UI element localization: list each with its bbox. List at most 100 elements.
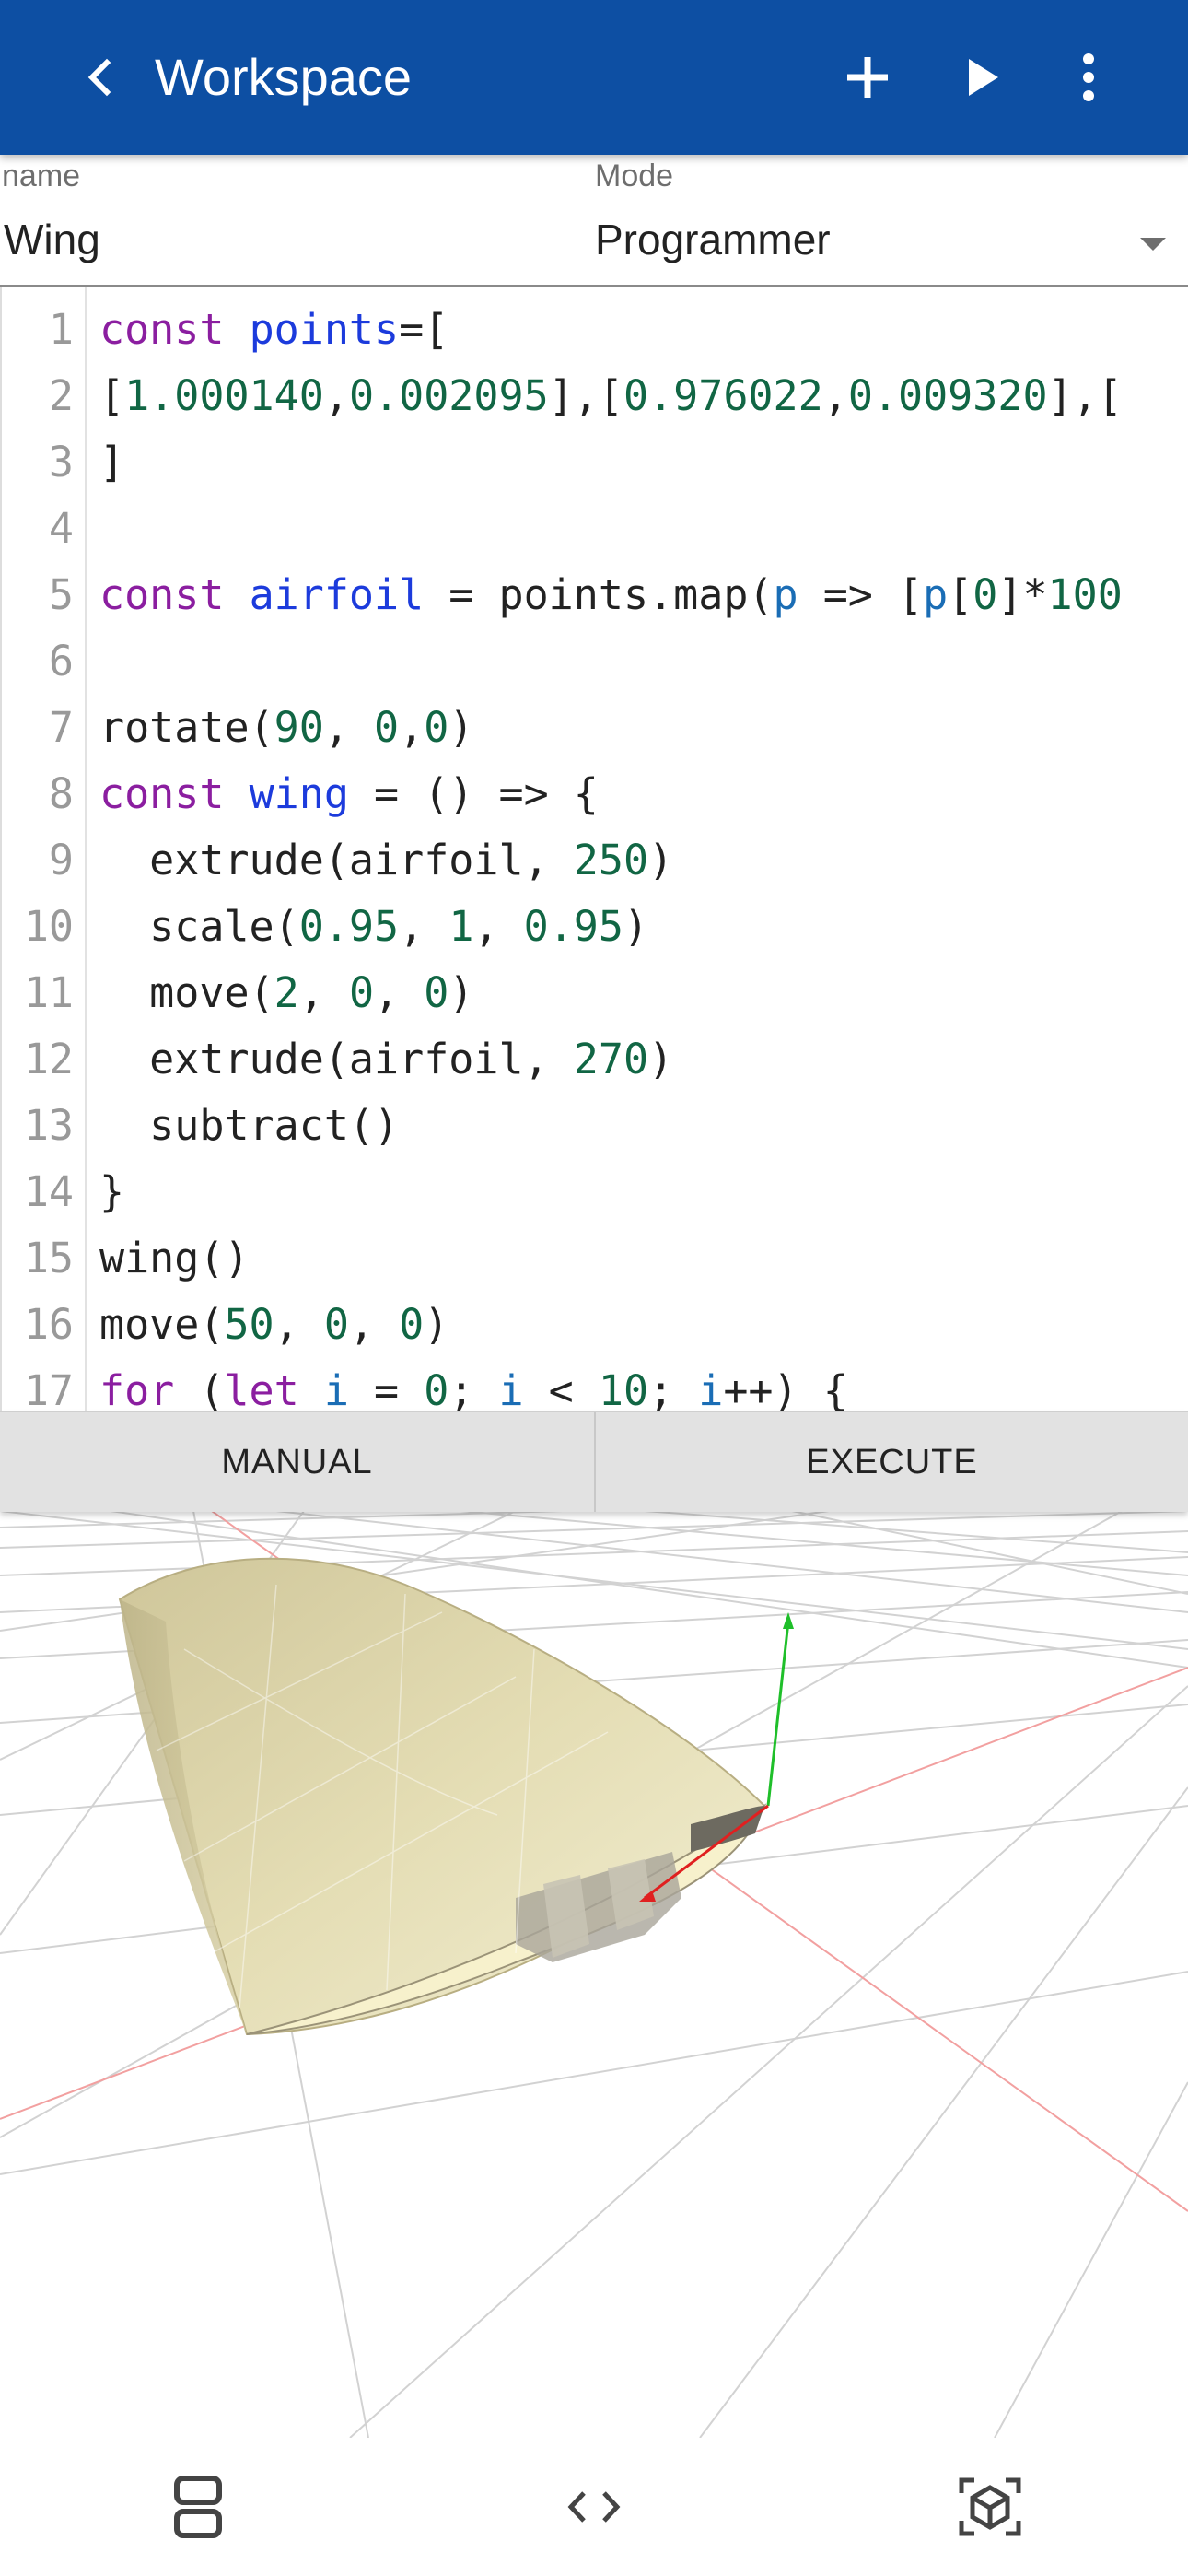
code-token: =: [348, 1366, 425, 1411]
y-axis: [766, 1621, 790, 1807]
code-token: 100: [1047, 570, 1123, 619]
code-token: scale(: [99, 902, 299, 951]
split-view-icon[interactable]: [157, 2465, 239, 2548]
3d-viewport[interactable]: [0, 1511, 1188, 2438]
mode-select[interactable]: Programmer: [595, 212, 831, 267]
code-text: scale(0.95, 1, 0.95): [99, 894, 648, 960]
code-token: [: [948, 570, 973, 619]
code-token: 0.002095: [348, 371, 549, 420]
wing-model: [118, 1557, 767, 2036]
code-token: ,: [822, 371, 848, 420]
code-text: [1.000140,0.002095],[0.976022,0.009320],…: [99, 363, 1123, 429]
code-token: ],[: [548, 371, 623, 420]
code-token: 0: [424, 703, 449, 752]
chevron-down-icon[interactable]: [1140, 238, 1166, 251]
code-token: airfoil: [249, 570, 425, 619]
line-number: 1: [48, 305, 74, 354]
execute-button[interactable]: EXECUTE: [596, 1412, 1188, 1512]
code-token: move(: [99, 968, 274, 1017]
app-bar: Workspace: [0, 0, 1188, 155]
code-token: ,: [323, 703, 375, 752]
code-token: 0: [399, 1300, 425, 1349]
code-token: p: [773, 570, 798, 619]
line-number: 9: [48, 836, 74, 884]
code-token: = () => {: [348, 769, 599, 818]
name-field[interactable]: Wing: [4, 212, 100, 267]
manual-button[interactable]: MANUAL: [0, 1412, 594, 1512]
code-token: 0: [348, 968, 375, 1017]
code-token: wing(): [99, 1234, 250, 1282]
workspace-fields: name Wing Mode Programmer: [0, 155, 1188, 287]
field-underline: [0, 285, 1188, 287]
line-number: 7: [48, 703, 74, 752]
code-token: 1: [448, 902, 474, 951]
code-token: = points.map(: [424, 570, 774, 619]
code-editor[interactable]: 1 const points=[2 [1.000140,0.002095],[0.9…: [0, 287, 1188, 1411]
code-token: ++) {: [723, 1366, 848, 1411]
more-vertical-icon[interactable]: [1055, 44, 1122, 111]
code-token: ;: [448, 1366, 499, 1411]
code-token: ,: [473, 902, 524, 951]
code-token: => [: [798, 570, 924, 619]
code-text: const airfoil = points.map(p => [p[0]*10…: [99, 562, 1123, 628]
code-token: i: [323, 1366, 349, 1411]
code-text: const wing = () => {: [99, 761, 599, 827]
line-number: 6: [48, 637, 74, 685]
code-token: ,: [298, 968, 349, 1017]
code-text: wing(): [99, 1225, 250, 1292]
code-token: subtract(): [99, 1101, 400, 1150]
line-number: 5: [48, 570, 74, 619]
line-number: 11: [23, 968, 74, 1017]
play-icon[interactable]: [949, 44, 1015, 111]
code-token: 2: [274, 968, 299, 1017]
code-icon[interactable]: [553, 2465, 635, 2548]
code-text: extrude(airfoil, 250): [99, 827, 673, 894]
code-token: i: [698, 1366, 724, 1411]
line-number: 14: [23, 1167, 74, 1216]
code-token: ): [648, 836, 674, 884]
code-token: i: [498, 1366, 524, 1411]
line-number: 3: [48, 438, 74, 486]
code-token: wing: [249, 769, 349, 818]
plus-icon[interactable]: [834, 44, 901, 111]
action-buttons: MANUAL EXECUTE: [0, 1411, 1188, 1512]
code-token: ,: [323, 371, 349, 420]
line-number: 13: [23, 1101, 74, 1150]
line-number: 8: [48, 769, 74, 818]
mode-label: Mode: [595, 158, 674, 193]
code-token: 0: [374, 703, 400, 752]
code-token: 0.95: [298, 902, 400, 951]
line-number: 12: [23, 1035, 74, 1083]
code-token: ): [648, 1035, 674, 1083]
code-token: (: [174, 1366, 225, 1411]
code-token: p: [923, 570, 949, 619]
code-token: 0: [323, 1300, 349, 1349]
code-token: }: [99, 1167, 125, 1216]
code-text: extrude(airfoil, 270): [99, 1026, 673, 1093]
code-token: ,: [374, 968, 425, 1017]
code-token: extrude(airfoil,: [99, 836, 574, 884]
code-token: 270: [573, 1035, 649, 1083]
code-text: }: [99, 1159, 124, 1225]
code-token: ,: [348, 1300, 400, 1349]
code-token: ,: [274, 1300, 324, 1349]
code-text: ]: [99, 429, 124, 496]
code-token: let: [224, 1366, 324, 1411]
3d-scene: [0, 1511, 1188, 2438]
3d-view-icon[interactable]: [949, 2465, 1031, 2548]
code-text: move(50, 0, 0): [99, 1292, 448, 1358]
code-token: ],[: [1047, 371, 1123, 420]
code-token: 0: [424, 968, 449, 1017]
code-token: ): [424, 1300, 449, 1349]
bottom-nav: [0, 2438, 1188, 2576]
line-number: 16: [23, 1300, 74, 1349]
code-token: ,: [399, 902, 449, 951]
code-token: const: [99, 570, 250, 619]
code-token: move(: [99, 1300, 225, 1349]
code-token: ): [623, 902, 649, 951]
line-number: 15: [23, 1234, 74, 1282]
line-number: 10: [23, 902, 74, 951]
name-label: name: [2, 158, 81, 193]
chevron-left-icon[interactable]: [76, 48, 127, 107]
code-token: 10: [598, 1366, 649, 1411]
